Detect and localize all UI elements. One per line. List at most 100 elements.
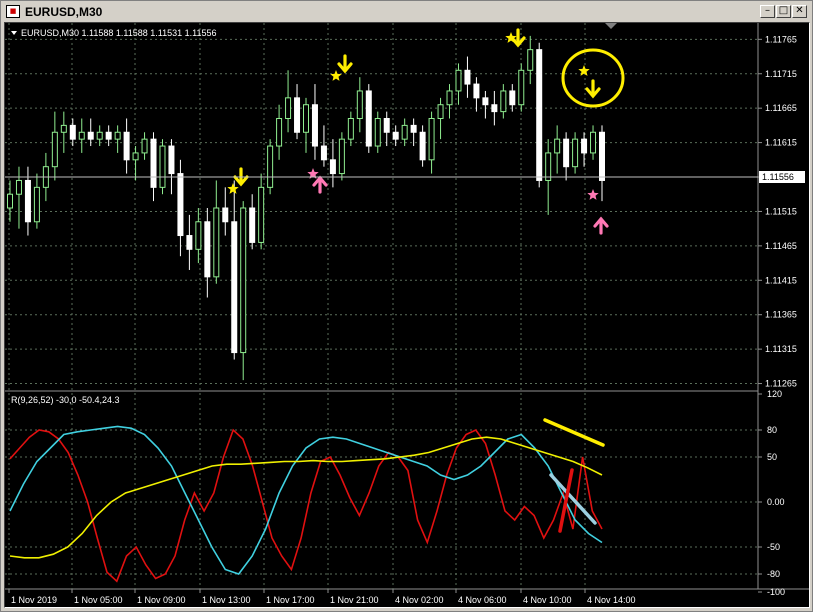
price-axis-label: 1.11415 <box>765 275 797 285</box>
candle-body <box>132 152 139 161</box>
chart-window-icon: ■ <box>6 5 20 18</box>
candle-body <box>428 118 435 161</box>
candle-body <box>509 90 516 106</box>
indicator-lines <box>9 425 603 583</box>
candle-body <box>437 104 444 119</box>
candle-body <box>329 159 336 175</box>
grid <box>5 23 758 589</box>
arrow-shape <box>337 54 353 74</box>
candle-body <box>482 97 489 106</box>
buy-arrow-icon <box>312 175 328 194</box>
price-axis-label: 1.11615 <box>765 138 797 148</box>
candle-body <box>276 118 283 147</box>
star-shape <box>227 183 239 194</box>
window-title: EURUSD,M30 <box>25 5 103 19</box>
candle-body <box>518 69 525 106</box>
candle-body <box>500 90 507 113</box>
candle-body <box>249 207 256 243</box>
candle-body <box>554 138 561 154</box>
indicator-axis-label: 0.00 <box>767 497 785 507</box>
star-shape <box>330 70 342 81</box>
time-axis-label: 1 Nov 13:00 <box>202 595 251 605</box>
candle-body <box>114 131 121 140</box>
star-shape <box>587 189 599 200</box>
candle-body <box>419 131 426 161</box>
chart-area[interactable]: 1.117651.117151.116651.116151.115651.115… <box>4 22 810 608</box>
star-icon <box>227 183 239 194</box>
indicator-axis-label: -100 <box>767 587 785 597</box>
candle-body <box>96 131 103 140</box>
indicator-line-3 <box>9 436 603 559</box>
candle-body <box>473 83 480 99</box>
indicator-label: R(9,26,52) -30,0 -50.4,24.3 <box>11 395 120 405</box>
candle-body <box>581 138 588 154</box>
candle-body <box>141 138 148 154</box>
indicator-line-1 <box>9 428 603 583</box>
candle-body <box>356 90 363 120</box>
time-axis-label: 1 Nov 21:00 <box>330 595 379 605</box>
minimize-button[interactable]: – <box>760 5 775 18</box>
indicator-axis-label: -80 <box>767 569 780 579</box>
star-icon <box>587 189 599 200</box>
candle-body <box>69 124 76 140</box>
candle-body <box>123 131 130 161</box>
candle-body <box>15 179 22 195</box>
title-bar[interactable]: ■ EURUSD,M30 – □ ✕ <box>3 3 810 21</box>
candle-body <box>294 97 301 133</box>
candle-body <box>177 173 184 237</box>
candles <box>7 35 605 381</box>
candle-body <box>168 145 175 175</box>
candle-body <box>7 193 13 209</box>
candle-body <box>563 138 570 168</box>
candle-body <box>24 179 31 223</box>
price-axis-label: 1.11465 <box>765 241 797 251</box>
arrow-shape <box>585 79 601 99</box>
candle-body <box>446 90 453 106</box>
candle-body <box>527 49 534 71</box>
candle-body <box>105 131 112 140</box>
price-axis-label: 1.11765 <box>765 34 797 44</box>
candle-body <box>311 104 318 147</box>
sell-arrow-icon <box>337 54 353 74</box>
candle-body <box>545 152 552 181</box>
time-axis-label: 1 Nov 05:00 <box>74 595 123 605</box>
close-button[interactable]: ✕ <box>792 5 807 18</box>
candle-body <box>87 131 94 140</box>
price-axis-label: 1.11365 <box>765 310 797 320</box>
shift-marker-icon[interactable] <box>605 23 617 29</box>
sell-arrow-icon <box>585 79 601 99</box>
current-price-label: 1.11556 <box>762 172 794 182</box>
price-axis-label: 1.11265 <box>765 379 797 389</box>
candle-body <box>195 221 202 250</box>
candle-body <box>338 138 345 175</box>
candle-body <box>258 186 265 243</box>
candle-body <box>213 207 220 278</box>
indicator-axis-label: 50 <box>767 452 777 462</box>
candle-body <box>590 131 597 154</box>
candle-body <box>186 235 193 250</box>
time-axis-label: 4 Nov 14:00 <box>587 595 636 605</box>
time-axis-label: 1 Nov 2019 <box>11 595 57 605</box>
price-axis-label: 1.11715 <box>765 69 797 79</box>
candle-body <box>599 131 605 181</box>
candle-body <box>231 221 238 354</box>
candle-body <box>285 97 292 119</box>
candle-body <box>374 118 381 147</box>
candle-body <box>383 118 390 133</box>
candle-body <box>159 145 166 188</box>
candle-body <box>78 131 85 140</box>
price-axis-label: 1.11665 <box>765 103 797 113</box>
indicator-axis-label: 80 <box>767 425 777 435</box>
candle-body <box>303 104 309 133</box>
price-chart[interactable]: 1.117651.117151.116651.116151.115651.115… <box>5 23 810 608</box>
maximize-button[interactable]: □ <box>776 5 791 18</box>
chart-menu-icon[interactable] <box>11 31 17 35</box>
time-axis-label: 4 Nov 02:00 <box>395 595 444 605</box>
candle-body <box>150 138 157 188</box>
candle-body <box>347 118 354 140</box>
candle-body <box>392 131 399 140</box>
star-icon <box>330 70 342 81</box>
candle-body <box>491 104 498 113</box>
indicator-axis-label: -50 <box>767 542 780 552</box>
candle-body <box>401 124 408 140</box>
